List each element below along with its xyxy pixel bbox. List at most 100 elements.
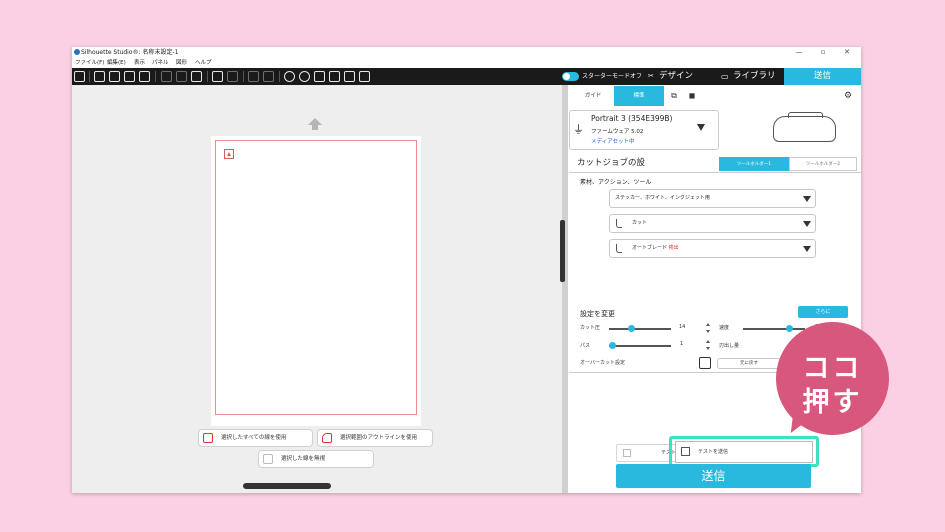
menu-view[interactable]: 表示: [134, 58, 145, 68]
use-all-lines-label: 選択したすべての線を使用: [221, 435, 287, 441]
menu-help[interactable]: ヘルプ: [195, 58, 212, 68]
no-cut-icon: [263, 454, 273, 464]
tool-detected-label: 検出: [668, 245, 679, 251]
passes-stepper[interactable]: [705, 340, 711, 350]
use-all-lines-button[interactable]: 選択したすべての線を使用: [198, 429, 313, 447]
use-outline-label: 選択範囲のアウトラインを使用: [340, 435, 418, 441]
menu-bar: ファイル(F) 編集(E) 表示 パネル 図形 ヘルプ: [72, 58, 861, 68]
tab-guide[interactable]: ガイド: [579, 86, 607, 106]
toolbar-separator: [207, 71, 208, 82]
tool-holder-1-tab[interactable]: ツールホルダー1: [719, 157, 789, 171]
ignore-lines-label: 選択した線を無視: [281, 456, 326, 462]
material-select[interactable]: ステッカー、ホワイト、インクジェット用: [609, 189, 816, 208]
menu-file[interactable]: ファイル(F): [75, 58, 104, 68]
title-bar: Silhouette Studio®: 名称未設定-1 — ▫ ✕: [72, 47, 861, 58]
undo-icon[interactable]: [212, 71, 223, 82]
app-window: Silhouette Studio®: 名称未設定-1 — ▫ ✕ ファイル(F…: [72, 47, 861, 493]
zoom-in-icon[interactable]: [284, 71, 295, 82]
toolbar-separator: [279, 71, 280, 82]
usb-icon: ⏚: [573, 123, 584, 136]
material-value: ステッカー、ホワイト、インクジェット用: [615, 195, 710, 201]
print-icon[interactable]: [139, 71, 150, 82]
firmware-version: ファームウェア 5.02: [591, 129, 644, 135]
vertical-scrollbar[interactable]: [560, 220, 565, 282]
copy-icon[interactable]: [176, 71, 187, 82]
tab-library[interactable]: ライブラリ: [733, 68, 776, 85]
page-up-arrow-stem: [312, 125, 318, 130]
cut-icon[interactable]: [161, 71, 172, 82]
tab-send[interactable]: 送信: [784, 68, 861, 85]
use-outline-button[interactable]: 選択範囲のアウトラインを使用: [317, 429, 433, 447]
more-button[interactable]: さらに: [798, 306, 848, 318]
device-selector[interactable]: ⏚ Portrait 3 (354E399B) ファームウェア 5.02 メディ…: [569, 110, 719, 150]
select-area-icon[interactable]: [314, 71, 325, 82]
revert-button[interactable]: 元に戻す: [717, 358, 781, 369]
send-button[interactable]: 送信: [616, 464, 811, 488]
pan-icon[interactable]: [344, 71, 355, 82]
horizontal-scrollbar[interactable]: [243, 483, 331, 489]
open-folder-icon[interactable]: [109, 71, 120, 82]
save-icon[interactable]: [124, 71, 135, 82]
autoblade-icon: [616, 244, 622, 253]
app-logo-icon: [74, 49, 80, 55]
callout-line-2: 押す: [802, 387, 863, 418]
starter-mode-toggle[interactable]: [562, 72, 579, 81]
maximize-button[interactable]: ▫: [812, 47, 834, 58]
section-divider: [569, 172, 861, 173]
home-icon[interactable]: [74, 71, 85, 82]
send-tab-label: 送信: [813, 71, 831, 81]
outline-icon: [322, 433, 332, 443]
force-stepper[interactable]: [705, 323, 711, 333]
fit-page-icon[interactable]: [359, 71, 370, 82]
passes-slider-thumb[interactable]: [609, 342, 616, 349]
chevron-down-icon: [803, 221, 811, 227]
redo-icon[interactable]: [227, 71, 238, 82]
gear-icon[interactable]: ⚙: [841, 86, 855, 106]
tab-standard[interactable]: 標準: [614, 86, 664, 106]
media-status: メディアセット中: [591, 139, 635, 145]
force-slider[interactable]: [609, 328, 671, 330]
force-label: カット圧: [580, 325, 601, 331]
page-up-arrow-icon[interactable]: [308, 118, 322, 125]
toolbar: スターターモードオフ ✂ デザイン ▭ ライブラリ 送信: [72, 68, 861, 85]
group-icon[interactable]: [248, 71, 259, 82]
close-button[interactable]: ✕: [836, 47, 858, 58]
ignore-lines-button[interactable]: 選択した線を無視: [258, 450, 374, 468]
overcut-label: オーバーカット設定: [580, 360, 625, 366]
tab-design[interactable]: デザイン: [659, 68, 693, 85]
action-select[interactable]: カット: [609, 214, 816, 233]
delete-test-icon: [623, 449, 631, 457]
tool-value-prefix: オートブレード: [632, 245, 668, 251]
overlap-shapes-icon[interactable]: ⧉: [667, 86, 681, 106]
menu-panel[interactable]: パネル: [152, 58, 169, 68]
tool-holder-2-tab[interactable]: ツールホルダー2: [789, 157, 857, 171]
registration-mark-icon: [224, 149, 234, 159]
tool-select[interactable]: オートブレード 検出: [609, 239, 816, 258]
fill-shapes-icon[interactable]: ◼: [685, 86, 699, 106]
force-slider-thumb[interactable]: [628, 325, 635, 332]
zoom-out-icon[interactable]: [299, 71, 310, 82]
action-value: カット: [632, 220, 648, 226]
device-dropdown-icon[interactable]: [697, 124, 705, 131]
material-action-tool-heading: 素材、アクション、ツール: [580, 179, 652, 186]
chevron-down-icon: [803, 246, 811, 252]
speed-slider[interactable]: [743, 328, 805, 330]
menu-shapes[interactable]: 図形: [176, 58, 187, 68]
overcut-checkbox[interactable]: [699, 357, 711, 369]
send-test-button[interactable]: テストを送信: [675, 441, 813, 463]
cutter-machine-icon: [773, 112, 836, 142]
panel-divider: [562, 85, 568, 493]
move-icon[interactable]: [329, 71, 340, 82]
speed-slider-thumb[interactable]: [786, 325, 793, 332]
menu-edit[interactable]: 編集(E): [107, 58, 126, 68]
test-shape-icon: [681, 447, 690, 456]
toolbar-separator: [243, 71, 244, 82]
paste-icon[interactable]: [191, 71, 202, 82]
minimize-button[interactable]: —: [788, 47, 810, 58]
device-name: Portrait 3 (354E399B): [591, 114, 673, 123]
passes-label: パス: [580, 343, 591, 349]
blade-icon: [616, 219, 622, 228]
passes-slider[interactable]: [609, 345, 671, 347]
new-document-icon[interactable]: [94, 71, 105, 82]
ungroup-icon[interactable]: [263, 71, 274, 82]
